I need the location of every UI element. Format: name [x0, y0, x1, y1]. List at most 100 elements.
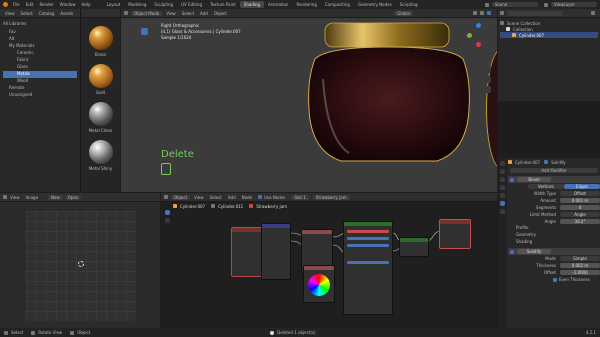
- texture-coordinate-node[interactable]: [231, 227, 263, 277]
- asset-item[interactable]: Brass: [81, 26, 120, 64]
- menu-assets[interactable]: Assets: [60, 11, 73, 16]
- thickness-field[interactable]: 0.002 m: [560, 263, 600, 268]
- solidify-name-field[interactable]: Solidify: [517, 249, 551, 254]
- subpanel-geometry[interactable]: Geometry: [508, 232, 600, 239]
- offset-field[interactable]: -1.0000: [560, 270, 600, 275]
- transform-tool-icon[interactable]: [140, 78, 148, 85]
- outliner-search[interactable]: [507, 10, 563, 16]
- menu-render[interactable]: Render: [39, 2, 53, 7]
- select-tool-icon[interactable]: [140, 28, 148, 35]
- outliner-row-selected[interactable]: Cylinder.007: [500, 32, 598, 38]
- modifier-tab-icon[interactable]: [500, 201, 505, 206]
- tree-item[interactable]: Ceramic: [3, 50, 77, 57]
- filter-icon[interactable]: [591, 11, 595, 15]
- tab-layout[interactable]: Layout: [103, 1, 125, 8]
- mode-select[interactable]: Simple: [560, 256, 600, 261]
- menu-select[interactable]: Select: [182, 11, 194, 16]
- color-ramp-node[interactable]: [303, 265, 335, 303]
- menu-catalog[interactable]: Catalog: [39, 11, 54, 16]
- affect-edges-button[interactable]: Edges: [564, 184, 600, 189]
- asset-item[interactable]: Metal Shiny: [81, 140, 120, 178]
- shader-node-editor[interactable]: Object View Select Add Node Use Nodes Sl…: [161, 193, 497, 328]
- menu-file[interactable]: File: [13, 2, 20, 7]
- menu-view[interactable]: View: [166, 11, 176, 16]
- tab-uv-editing[interactable]: UV Editing: [177, 1, 206, 8]
- tab-scripting[interactable]: Scripting: [396, 1, 422, 8]
- tree-item[interactable]: Wood: [3, 78, 77, 85]
- shading-icon[interactable]: [480, 11, 484, 15]
- tab-rendering[interactable]: Rendering: [292, 1, 320, 8]
- add-modifier-button[interactable]: Add Modifier: [510, 168, 598, 173]
- tool-tab-icon[interactable]: [500, 161, 505, 166]
- axis-x-icon[interactable]: [476, 42, 481, 47]
- tab-shading[interactable]: Shading: [239, 1, 265, 8]
- solidify-modifier-header[interactable]: Solidify: [508, 248, 600, 255]
- transform-orientation[interactable]: Global: [394, 10, 413, 16]
- pan-icon[interactable]: [483, 66, 491, 73]
- tab-geometry-nodes[interactable]: Geometry Nodes: [354, 1, 396, 8]
- tree-item[interactable]: Fabric: [3, 57, 77, 64]
- tree-item[interactable]: Fav: [3, 29, 77, 36]
- shading-icon[interactable]: [473, 11, 477, 15]
- editor-type-icon[interactable]: [124, 11, 128, 15]
- rotate-tool-icon[interactable]: [140, 58, 148, 65]
- blender-logo-icon[interactable]: [3, 2, 8, 7]
- asset-item[interactable]: Metal Clean: [81, 102, 120, 140]
- scene-tab-icon[interactable]: [500, 185, 505, 190]
- mix-shader-node[interactable]: [399, 237, 429, 257]
- menu-add[interactable]: Add: [200, 11, 208, 16]
- material-tab-icon[interactable]: [500, 209, 505, 214]
- tree-item[interactable]: Alt: [3, 36, 77, 43]
- shading-icon[interactable]: [487, 11, 491, 15]
- open-image-button[interactable]: Open: [64, 194, 82, 200]
- material-output-node[interactable]: [439, 219, 471, 249]
- menu-edit[interactable]: Edit: [26, 2, 34, 7]
- bevel-name-field[interactable]: Bevel: [517, 177, 551, 182]
- color-wheel[interactable]: [308, 274, 330, 296]
- add-cube-tool-icon[interactable]: [140, 108, 148, 115]
- view-layer-field[interactable]: ViewLayer: [551, 2, 597, 7]
- menu-view[interactable]: View: [5, 11, 15, 16]
- axis-z-icon[interactable]: [476, 23, 481, 28]
- tree-item[interactable]: My Materials: [3, 43, 77, 50]
- asset-item[interactable]: Gold: [81, 64, 120, 102]
- checkbox-checked-icon[interactable]: [553, 277, 557, 282]
- tree-item-active[interactable]: Metals: [3, 71, 77, 78]
- amount-field[interactable]: 0.001 m: [560, 198, 600, 203]
- library-root[interactable]: All Libraries: [3, 21, 77, 29]
- measure-tool-icon[interactable]: [140, 98, 148, 105]
- affect-vertices-button[interactable]: Vertices: [528, 184, 564, 189]
- menu-select[interactable]: Select: [21, 11, 33, 16]
- scale-tool-icon[interactable]: [140, 68, 148, 75]
- camera-view-icon[interactable]: [483, 76, 491, 83]
- menu-object[interactable]: Object: [214, 11, 227, 16]
- cursor-tool-icon[interactable]: [140, 38, 148, 45]
- segments-field[interactable]: 4: [560, 205, 600, 210]
- menu-view[interactable]: View: [10, 195, 20, 200]
- menu-image[interactable]: Image: [26, 195, 39, 200]
- limit-method-select[interactable]: Angle: [560, 212, 600, 217]
- viewport-3d[interactable]: Object Mode View Select Add Object Globa…: [121, 9, 497, 192]
- render-tab-icon[interactable]: [500, 169, 505, 174]
- menu-help[interactable]: Help: [81, 2, 90, 7]
- bevel-modifier-header[interactable]: Bevel: [508, 176, 600, 183]
- axis-y-icon[interactable]: [467, 33, 472, 38]
- editor-type-icon[interactable]: [500, 11, 504, 15]
- object-tab-icon[interactable]: [500, 193, 505, 198]
- editor-type-icon[interactable]: [3, 195, 7, 199]
- output-tab-icon[interactable]: [500, 177, 505, 182]
- zoom-icon[interactable]: [483, 56, 491, 63]
- angle-field[interactable]: 30.2°: [560, 219, 600, 224]
- annotate-tool-icon[interactable]: [140, 88, 148, 95]
- tab-texture-paint[interactable]: Texture Paint: [206, 1, 240, 8]
- scene-field[interactable]: Scene: [492, 2, 538, 7]
- width-type-select[interactable]: Offset: [560, 191, 600, 196]
- subpanel-profile[interactable]: Profile: [508, 225, 600, 232]
- new-image-button[interactable]: New: [48, 194, 63, 200]
- tree-item[interactable]: Unassigned: [3, 92, 77, 99]
- perspective-toggle-icon[interactable]: [483, 86, 491, 93]
- tab-modeling[interactable]: Modeling: [124, 1, 150, 8]
- tree-item[interactable]: Remote: [3, 85, 77, 92]
- mapping-node[interactable]: [261, 223, 291, 280]
- navigation-gizmo[interactable]: [467, 23, 491, 47]
